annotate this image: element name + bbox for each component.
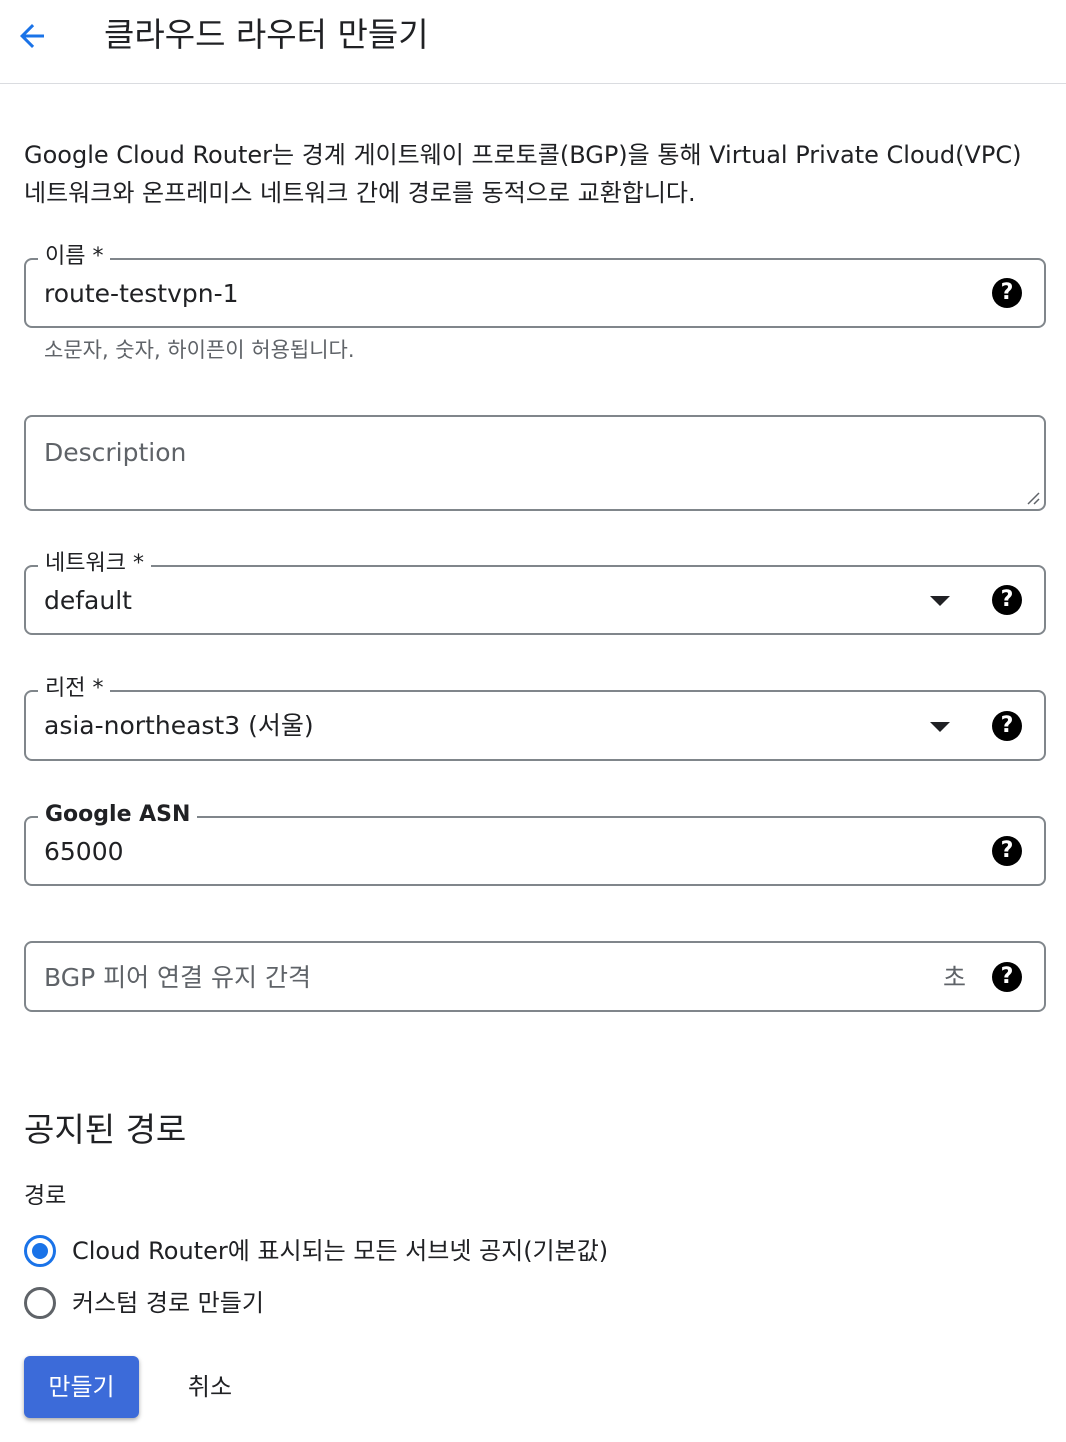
network-label: 네트워크 * [38, 549, 151, 579]
dropdown-arrow-icon[interactable] [930, 596, 950, 606]
asn-field[interactable]: Google ASN 65000 ? [24, 800, 1046, 886]
help-icon[interactable]: ? [992, 962, 1022, 992]
resize-handle-icon[interactable] [1026, 491, 1040, 505]
name-hint: 소문자, 숫자, 하이픈이 허용됩니다. [44, 338, 355, 362]
help-icon[interactable]: ? [992, 711, 1022, 741]
name-field[interactable]: 이름 * route-testvpn-1 ? [24, 242, 1046, 328]
keepalive-field[interactable]: BGP 피어 연결 유지 간격 초 ? [24, 941, 1046, 1012]
page-header: 클라우드 라우터 만들기 [0, 0, 1066, 84]
dropdown-arrow-icon[interactable] [930, 722, 950, 732]
routes-group-label: 경로 [24, 1183, 67, 1209]
radio-custom-routes[interactable]: 커스텀 경로 만들기 [24, 1283, 264, 1323]
help-icon[interactable]: ? [992, 278, 1022, 308]
region-value: asia-northeast3 (서울) [44, 711, 314, 740]
network-select[interactable]: 네트워크 * default ? [24, 549, 1046, 635]
intro-text: Google Cloud Router는 경계 게이트웨이 프로토콜(BGP)을… [24, 141, 1022, 207]
network-value: default [44, 586, 132, 615]
cancel-button[interactable]: 취소 [168, 1356, 252, 1418]
page-title: 클라우드 라우터 만들기 [104, 15, 429, 54]
section-title-advertised-routes: 공지된 경로 [24, 1110, 187, 1149]
radio-label: 커스텀 경로 만들기 [72, 1289, 264, 1317]
create-button[interactable]: 만들기 [24, 1356, 139, 1418]
keepalive-placeholder: BGP 피어 연결 유지 간격 [44, 963, 311, 992]
help-icon[interactable]: ? [992, 836, 1022, 866]
radio-advertise-all-subnets[interactable]: Cloud Router에 표시되는 모든 서브넷 공지(기본값) [24, 1231, 608, 1271]
back-button[interactable] [10, 14, 54, 58]
region-select[interactable]: 리전 * asia-northeast3 (서울) ? [24, 674, 1046, 761]
name-label: 이름 * [38, 242, 111, 272]
asn-label: Google ASN [38, 800, 198, 830]
seconds-suffix: 초 [942, 963, 966, 992]
radio-label: Cloud Router에 표시되는 모든 서브넷 공지(기본값) [72, 1237, 609, 1265]
arrow-back-icon [20, 24, 44, 48]
asn-input-value[interactable]: 65000 [44, 835, 124, 869]
name-input-value[interactable]: route-testvpn-1 [44, 277, 239, 311]
radio-button-checked[interactable] [24, 1235, 56, 1267]
description-placeholder: Description [44, 438, 187, 467]
help-icon[interactable]: ? [992, 585, 1022, 615]
region-label: 리전 * [38, 674, 111, 704]
description-field[interactable]: Description [24, 415, 1046, 511]
radio-button-unchecked[interactable] [24, 1287, 56, 1319]
